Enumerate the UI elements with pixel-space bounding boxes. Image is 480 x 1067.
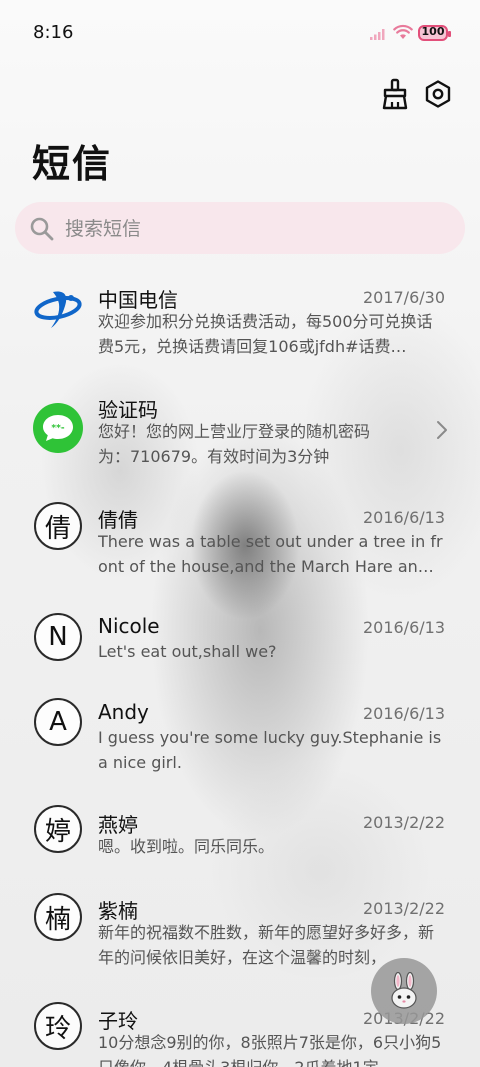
page-title: 短信 (32, 142, 113, 186)
conversation-name: 子玲 (98, 1009, 138, 1033)
conversation-date: 2016/6/13 (362, 618, 445, 637)
conversation-date: 2013/2/22 (362, 899, 445, 918)
conversation-name: 燕婷 (98, 813, 138, 837)
avatar-andy: A (34, 698, 82, 746)
conversation-preview: 嗯。收到啦。同乐同乐。 (98, 837, 275, 856)
clean-button[interactable] (378, 77, 412, 111)
conversation-item-china-telecom[interactable]: 中国电信 2017/6/30 欢迎参加积分兑换话费活动，每500分可兑换话费5元… (0, 280, 480, 386)
broom-icon (382, 78, 408, 110)
wifi-icon (393, 24, 413, 39)
conversation-name: Nicole (98, 614, 160, 638)
battery-indicator: 100 (418, 25, 451, 41)
conversation-name: 中国电信 (98, 288, 178, 312)
avatar-yanting: 婷 (34, 805, 82, 853)
chevron-right-icon[interactable] (436, 420, 448, 440)
conversation-item-andy[interactable]: A Andy 2016/6/13 I guess you're some luc… (0, 696, 480, 802)
conversation-preview: 10分想念9别的你，8张照片7张是你，6只小狗5只像你，4根骨头3根归你，2爪着… (98, 1033, 442, 1067)
conversation-item-yanting[interactable]: 婷 燕婷 2013/2/22 嗯。收到啦。同乐同乐。 (0, 805, 480, 885)
conversation-name: 倩倩 (98, 508, 138, 532)
new-message-fab[interactable] (371, 958, 437, 1024)
conversation-item-nicole[interactable]: N Nicole 2016/6/13 Let's eat out,shall w… (0, 610, 480, 690)
battery-level: 100 (421, 25, 445, 38)
search-input[interactable] (63, 212, 447, 246)
search-bar[interactable] (15, 202, 465, 254)
conversation-item-verification-code[interactable]: **- 验证码 您好！您的网上营业厅登录的随机密码为：710679。有效时间为3… (0, 390, 480, 496)
avatar-qianqian: 倩 (34, 502, 82, 550)
settings-button[interactable] (421, 77, 455, 111)
status-time: 8:16 (33, 22, 74, 43)
conversation-name: Andy (98, 700, 149, 724)
conversation-preview: 欢迎参加积分兑换话费活动，每500分可兑换话费5元，兑换话费请回复106或jfd… (98, 312, 433, 356)
settings-icon (425, 80, 451, 108)
rabbit-icon (391, 972, 417, 1009)
conversation-preview: I guess you're some lucky guy.Stephanie … (98, 728, 442, 772)
cellular-signal-icon (370, 29, 385, 40)
conversation-preview: 您好！您的网上营业厅登录的随机密码为：710679。有效时间为3分钟 (98, 422, 371, 466)
svg-text:**-: **- (51, 424, 64, 434)
china-telecom-logo-icon (34, 291, 82, 328)
status-bar: 8:16 100 (0, 0, 480, 68)
avatar-ziling: 玲 (34, 1002, 82, 1050)
conversation-item-qianqian[interactable]: 倩 倩倩 2016/6/13 There was a table set out… (0, 500, 480, 606)
conversation-name: 验证码 (98, 398, 158, 422)
avatar-verification-code: **- (33, 403, 83, 453)
conversation-preview: There was a table set out under a tree i… (98, 532, 443, 576)
conversation-name: 紫楠 (98, 899, 138, 923)
conversation-preview: Let's eat out,shall we? (98, 642, 277, 661)
search-icon (30, 217, 54, 241)
conversation-date: 2013/2/22 (362, 813, 445, 832)
conversation-date: 2016/6/13 (362, 508, 445, 527)
conversation-date: 2016/6/13 (362, 704, 445, 723)
avatar-china-telecom (33, 284, 83, 334)
message-bubble-icon: **- (33, 403, 83, 453)
avatar-nicole: N (34, 613, 82, 661)
avatar-zinan: 楠 (34, 893, 82, 941)
conversation-date: 2017/6/30 (362, 288, 445, 307)
